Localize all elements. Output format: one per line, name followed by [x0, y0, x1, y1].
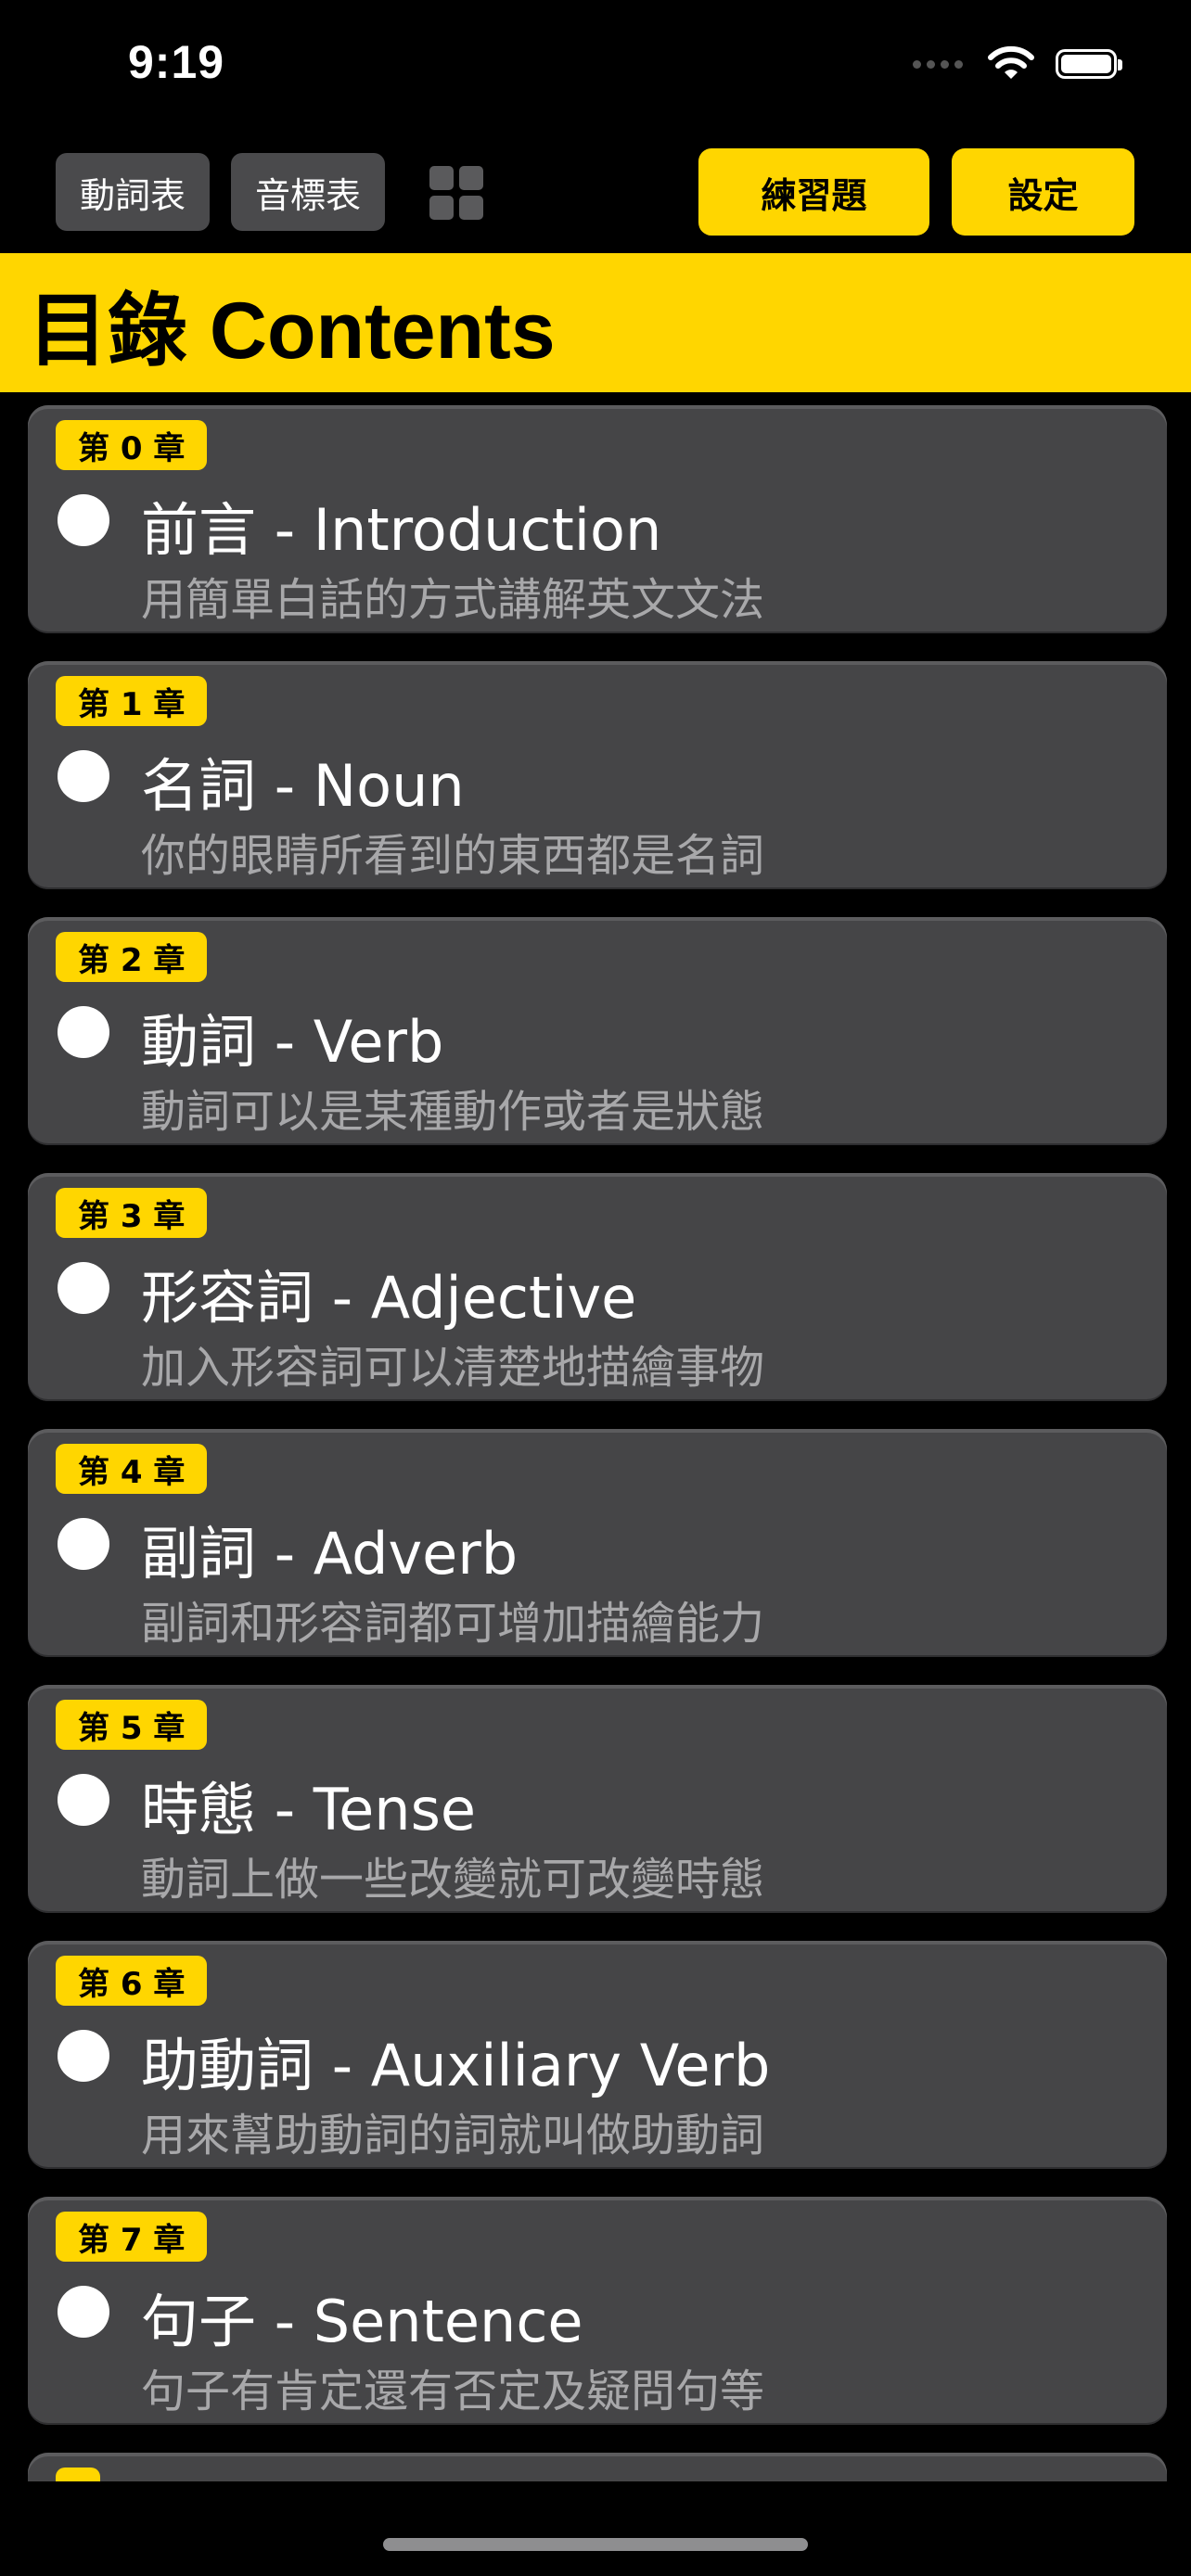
circle-bullet-icon — [58, 1518, 109, 1570]
settings-button[interactable]: 設定 — [952, 148, 1134, 236]
chapter-number-badge: 第 3 章 — [56, 1188, 208, 1238]
chapter-number-badge: 第 1 章 — [56, 676, 208, 726]
cellular-signal-icon — [913, 59, 963, 69]
chapter-list: 第 0 章 前言 - Introduction 用簡單白話的方式講解英文文法 第… — [28, 405, 1167, 2482]
grid-view-icon[interactable] — [429, 166, 483, 220]
circle-bullet-icon — [58, 2286, 109, 2338]
chapter-card[interactable]: 第 7 章 句子 - Sentence 句子有肯定還有否定及疑問句等 — [28, 2197, 1167, 2425]
chapter-subtitle: 加入形容詞可以清楚地描繪事物 — [141, 1342, 765, 1394]
circle-bullet-icon — [58, 750, 109, 802]
chapter-subtitle: 用簡單白話的方式講解英文文法 — [141, 574, 765, 626]
chapter-number-badge: 第 6 章 — [56, 1956, 208, 2006]
circle-bullet-icon — [58, 1006, 109, 1058]
chapter-number-badge — [56, 2468, 100, 2482]
chapter-card[interactable]: 第 5 章 時態 - Tense 動詞上做一些改變就可改變時態 — [28, 1685, 1167, 1913]
chapter-subtitle: 動詞上做一些改變就可改變時態 — [141, 1854, 765, 1906]
status-icons — [913, 41, 1122, 87]
chapter-title: 副詞 - Adverb — [141, 1520, 519, 1588]
chapter-subtitle: 副詞和形容詞都可增加描繪能力 — [141, 1598, 765, 1650]
chapter-card[interactable]: 第 0 章 前言 - Introduction 用簡單白話的方式講解英文文法 — [28, 405, 1167, 633]
status-time: 9:19 — [128, 36, 225, 88]
verb-table-button[interactable]: 動詞表 — [56, 153, 210, 231]
chapter-card-partial[interactable] — [28, 2453, 1167, 2482]
chapter-title: 動詞 - Verb — [141, 1008, 444, 1076]
home-indicator[interactable] — [383, 2538, 808, 2551]
chapter-number-badge: 第 0 章 — [56, 420, 208, 470]
chapter-card[interactable]: 第 3 章 形容詞 - Adjective 加入形容詞可以清楚地描繪事物 — [28, 1173, 1167, 1401]
chapter-subtitle: 你的眼睛所看到的東西都是名詞 — [141, 830, 765, 882]
chapter-title: 前言 - Introduction — [141, 496, 662, 564]
chapter-subtitle: 句子有肯定還有否定及疑問句等 — [141, 2366, 765, 2417]
bottom-safe-area — [0, 2481, 1191, 2576]
chapter-title: 時態 - Tense — [141, 1776, 477, 1843]
chapter-subtitle: 動詞可以是某種動作或者是狀態 — [141, 1086, 765, 1138]
chapter-card[interactable]: 第 6 章 助動詞 - Auxiliary Verb 用來幫助動詞的詞就叫做助動… — [28, 1941, 1167, 2169]
chapter-card[interactable]: 第 2 章 動詞 - Verb 動詞可以是某種動作或者是狀態 — [28, 917, 1167, 1145]
circle-bullet-icon — [58, 1262, 109, 1314]
chapter-card[interactable]: 第 4 章 副詞 - Adverb 副詞和形容詞都可增加描繪能力 — [28, 1429, 1167, 1657]
battery-icon — [1056, 49, 1122, 79]
chapter-number-badge: 第 2 章 — [56, 932, 208, 982]
chapter-number-badge: 第 7 章 — [56, 2212, 208, 2262]
chapter-title: 助動詞 - Auxiliary Verb — [141, 2032, 771, 2099]
phonetic-table-button[interactable]: 音標表 — [231, 153, 385, 231]
exercise-button[interactable]: 練習題 — [698, 148, 929, 236]
chapter-title: 形容詞 - Adjective — [141, 1264, 637, 1332]
chapter-number-badge: 第 5 章 — [56, 1700, 208, 1750]
contents-banner: 目錄 Contents — [0, 253, 1191, 392]
chapter-title: 句子 - Sentence — [141, 2288, 583, 2355]
wifi-icon — [988, 45, 1034, 79]
chapter-card[interactable]: 第 1 章 名詞 - Noun 你的眼睛所看到的東西都是名詞 — [28, 661, 1167, 889]
circle-bullet-icon — [58, 1774, 109, 1826]
circle-bullet-icon — [58, 494, 109, 546]
toolbar: 動詞表 音標表 練習題 設定 — [0, 148, 1191, 250]
chapter-title: 名詞 - Noun — [141, 752, 465, 820]
chapter-number-badge: 第 4 章 — [56, 1444, 208, 1494]
chapter-subtitle: 用來幫助動詞的詞就叫做助動詞 — [141, 2110, 765, 2162]
circle-bullet-icon — [58, 2030, 109, 2082]
page-title: 目錄 Contents — [28, 286, 556, 376]
